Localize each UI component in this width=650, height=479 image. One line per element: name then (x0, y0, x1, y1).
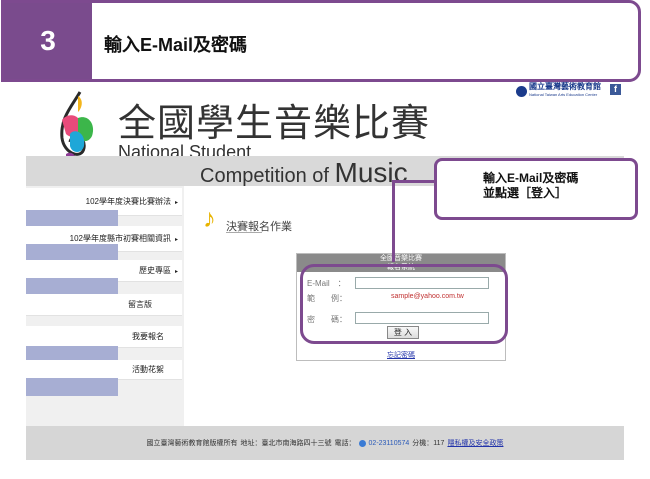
brand-english-prefix: Competition of (200, 165, 335, 187)
sidebar-item-register[interactable]: 我要報名 (26, 326, 182, 348)
org-name-en: National Taiwan Arts Education Center (529, 92, 598, 97)
facebook-icon[interactable]: f (610, 84, 621, 95)
music-note-icon: ♪ (203, 203, 216, 233)
step-number: 3 (4, 3, 92, 79)
footer-address: 地址：臺北市南海路四十三號 (240, 440, 332, 447)
sidebar-item-label: 102學年度決賽比賽辦法 (85, 197, 171, 206)
section-underline (226, 232, 262, 233)
ntaec-emblem-icon (516, 85, 527, 97)
sidebar-item-guestbook[interactable]: 留言版 (26, 294, 182, 316)
footer-phone-label: 電話： (334, 440, 356, 447)
footer: 國立臺灣藝術教育館版權所有 地址：臺北市南海路四十三號 電話： 02-23110… (26, 426, 624, 460)
sidebar-item-gallery[interactable]: 活動花絮 (26, 360, 182, 380)
callout-connector (392, 180, 436, 262)
sidebar-item-label: 活動花絮 (132, 365, 164, 374)
org-name: 國立臺灣藝術教育館 (529, 82, 601, 91)
login-highlight-frame (300, 264, 508, 344)
sidebar-item-label: 我要報名 (132, 332, 164, 341)
footer-phone[interactable]: 02-23110574 (369, 440, 410, 447)
callout-line1: 輸入E-Mail及密碼 (483, 171, 579, 185)
sidebar-highlight (26, 378, 118, 396)
brand-english-line2: Competition of Music (200, 157, 408, 189)
sidebar-item-label: 歷史專區 (138, 266, 171, 275)
instruction-callout: 輸入E-Mail及密碼 並點選［登入］ (434, 158, 638, 220)
sidebar-item-label: 留言版 (128, 300, 152, 309)
step-banner: 3 輸入E-Mail及密碼 (1, 0, 641, 82)
sidebar: 102學年度決賽比賽辦法 ▸ 102學年度縣市初賽相關資訊 ▸ 歷史專區 ▸ 留言版 … (26, 186, 184, 426)
arrow-right-icon: ▸ (174, 269, 178, 275)
arrow-right-icon: ▸ (174, 200, 178, 206)
privacy-policy-link[interactable]: 隱私權及安全政策 (447, 438, 503, 448)
sidebar-item-label: 102學年度縣市初賽相關資訊 (69, 234, 171, 243)
footer-copyright: 國立臺灣藝術教育館版權所有 (146, 440, 238, 447)
arrow-right-icon: ▸ (174, 237, 178, 243)
phone-icon (358, 439, 366, 447)
ntaec-logo[interactable]: 國立臺灣藝術教育館 National Taiwan Arts Education… (516, 82, 601, 98)
footer-ext: 分機：117 (412, 440, 445, 447)
step-title: 輸入E-Mail及密碼 (104, 35, 248, 55)
callout-line2: 並點選［登入］ (483, 186, 568, 200)
forgot-password-link[interactable]: 忘記密碼 (387, 350, 415, 360)
brand-chinese: 全國學生音樂比賽 (118, 101, 431, 145)
